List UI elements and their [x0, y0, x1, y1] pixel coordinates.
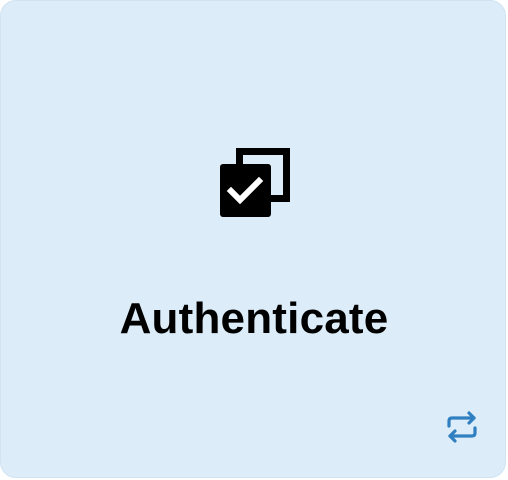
card-title: Authenticate: [119, 294, 389, 343]
swap-button[interactable]: [441, 406, 483, 448]
check-box-stack-icon: [219, 147, 291, 219]
swap-arrows-icon: [444, 409, 480, 445]
authenticate-card[interactable]: Authenticate: [0, 0, 506, 478]
